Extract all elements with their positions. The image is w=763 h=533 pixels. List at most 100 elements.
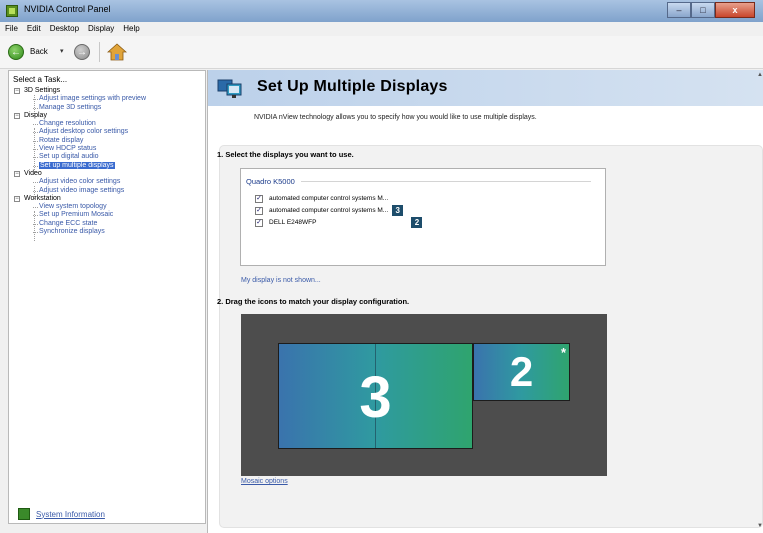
task-label: Manage 3D settings [39, 103, 102, 111]
display-selection-list: Quadro K5000 ✓ automated computer contro… [240, 168, 606, 266]
task-adjust-desktop-color[interactable]: Adjust desktop color settings [13, 128, 146, 136]
minimize-button[interactable]: – [667, 2, 691, 18]
monitor-2[interactable]: 2 * [473, 343, 570, 401]
display-number-badge: 3 [392, 205, 404, 216]
display-row[interactable]: ✓ automated computer control systems M..… [255, 193, 388, 204]
task-synchronize-displays[interactable]: Synchronize displays [13, 228, 146, 236]
menu-file[interactable]: File [0, 22, 22, 36]
forward-button[interactable]: → [74, 44, 90, 60]
title-bar[interactable]: NVIDIA Control Panel – □ x [0, 0, 763, 22]
task-label: Set up multiple displays [39, 161, 115, 169]
category-label: Display [24, 111, 47, 119]
page-banner: Set Up Multiple Displays ▲ [208, 70, 763, 106]
task-set-up-multiple-displays[interactable]: Set up multiple displays [13, 161, 146, 170]
task-label: Set up digital audio [39, 153, 99, 161]
display-arrangement-canvas[interactable]: 3 2 * [241, 314, 607, 476]
primary-display-marker: * [560, 345, 566, 360]
section-1-heading: 1. Select the displays you want to use. [217, 150, 354, 159]
task-rotate-display[interactable]: Rotate display [13, 137, 146, 145]
task-label: Adjust video image settings [39, 186, 125, 194]
category-video[interactable]: − Video [13, 170, 146, 178]
gpu-name: Quadro K5000 [246, 177, 295, 186]
nvidia-control-panel-window: NVIDIA Control Panel – □ x File Edit Des… [0, 0, 763, 533]
content-pane: Set Up Multiple Displays ▲ NVIDIA nView … [207, 70, 763, 533]
task-label: Adjust desktop color settings [39, 128, 129, 136]
task-label: Adjust image settings with preview [39, 95, 146, 103]
monitor-3[interactable]: 3 [278, 343, 473, 449]
task-adjust-image-settings[interactable]: Adjust image settings with preview [13, 95, 146, 103]
category-label: 3D Settings [24, 87, 61, 94]
task-change-resolution[interactable]: Change resolution [13, 120, 146, 128]
display-not-shown-link[interactable]: My display is not shown... [241, 277, 321, 284]
gpu-group-line [301, 181, 591, 182]
task-label: View system topology [39, 203, 107, 211]
back-arrow-icon: ← [11, 46, 21, 58]
task-pane: Select a Task... −3D Settings Adjust ima… [8, 70, 206, 524]
monitor-number: 3 [359, 365, 392, 430]
menu-edit[interactable]: Edit [22, 22, 45, 36]
menu-help[interactable]: Help [118, 22, 143, 36]
display-checkbox[interactable]: ✓ [255, 194, 263, 203]
display-name: DELL E248WFP [269, 219, 317, 226]
page-title: Set Up Multiple Displays [257, 78, 448, 95]
task-pane-title: Select a Task... [13, 75, 68, 84]
system-info-icon [18, 508, 30, 520]
back-label[interactable]: Back [30, 47, 48, 56]
home-icon[interactable] [107, 43, 127, 61]
display-checkbox[interactable]: ✓ [255, 206, 263, 215]
menu-display[interactable]: Display [83, 22, 118, 36]
toolbar-divider [99, 42, 100, 62]
category-3d-settings[interactable]: −3D Settings [13, 87, 146, 95]
menu-desktop[interactable]: Desktop [45, 22, 83, 36]
task-tree: −3D Settings Adjust image settings with … [13, 87, 146, 241]
collapse-toggle[interactable]: − [14, 112, 20, 119]
display-name: automated computer control systems M... [269, 207, 389, 214]
task-view-hdcp-status[interactable]: View HDCP status [13, 145, 146, 153]
display-name: automated computer control systems M... [269, 195, 389, 202]
task-set-up-digital-audio[interactable]: Set up digital audio [13, 153, 146, 161]
close-button[interactable]: x [715, 2, 755, 18]
task-view-system-topology[interactable]: View system topology [13, 203, 146, 211]
nvidia-app-icon [6, 5, 18, 17]
task-change-ecc-state[interactable]: Change ECC state [13, 220, 146, 228]
task-set-up-premium-mosaic[interactable]: Set up Premium Mosaic [13, 211, 146, 219]
category-label: Video [24, 169, 42, 177]
system-information[interactable]: System Information [18, 508, 105, 520]
multiple-displays-icon [217, 79, 242, 98]
display-checkbox[interactable]: ✓ [255, 218, 263, 227]
collapse-toggle[interactable]: − [14, 195, 20, 202]
task-label: Synchronize displays [39, 228, 105, 236]
task-label: Set up Premium Mosaic [39, 211, 114, 219]
task-label: Rotate display [39, 136, 84, 144]
category-display[interactable]: − Display [13, 112, 146, 120]
task-label: Change ECC state [39, 219, 98, 227]
task-adjust-video-image[interactable]: Adjust video image settings [13, 187, 146, 195]
task-manage-3d-settings[interactable]: Manage 3D settings [13, 104, 146, 112]
category-label: Workstation [24, 194, 61, 202]
task-label: View HDCP status [39, 145, 97, 153]
section-2-heading: 2. Drag the icons to match your display … [217, 297, 410, 306]
system-information-link[interactable]: System Information [36, 510, 105, 519]
maximize-button[interactable]: □ [691, 2, 715, 18]
toolbar: ← Back ▾ → [0, 36, 763, 69]
window-controls: – □ x [667, 2, 755, 18]
forward-arrow-icon: → [77, 46, 87, 58]
mosaic-options-link[interactable]: Mosaic options [241, 478, 288, 485]
scroll-down-arrow[interactable]: ▼ [757, 523, 763, 529]
menu-bar: File Edit Desktop Display Help [0, 22, 763, 36]
back-button[interactable]: ← [8, 44, 24, 60]
collapse-toggle[interactable]: − [14, 170, 20, 177]
display-number-badge: 2 [411, 217, 423, 228]
back-history-dropdown[interactable]: ▾ [60, 47, 64, 55]
display-row[interactable]: ✓ DELL E248WFP 2 [255, 217, 423, 228]
collapse-toggle[interactable]: − [14, 88, 20, 94]
display-row[interactable]: ✓ automated computer control systems M..… [255, 205, 404, 216]
scroll-up-arrow[interactable]: ▲ [757, 72, 763, 78]
page-description: NVIDIA nView technology allows you to sp… [254, 114, 537, 121]
window-title: NVIDIA Control Panel [24, 4, 111, 14]
category-workstation[interactable]: − Workstation [13, 195, 146, 203]
task-adjust-video-color[interactable]: Adjust video color settings [13, 178, 146, 186]
task-label: Adjust video color settings [39, 178, 121, 186]
task-label: Change resolution [39, 120, 96, 128]
monitor-number: 2 [509, 348, 534, 395]
